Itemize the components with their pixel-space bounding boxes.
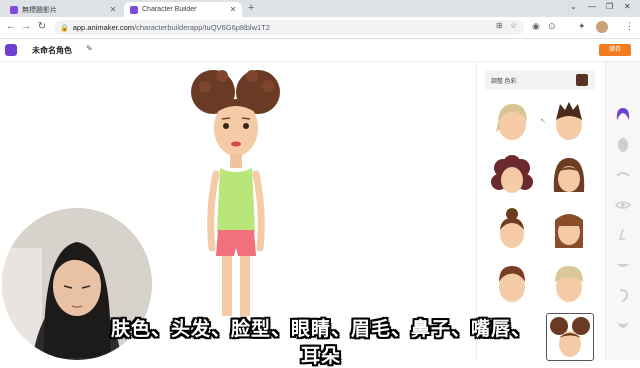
app-header: 未命名角色 ✎: [0, 39, 640, 62]
restore-icon[interactable]: ❐: [606, 2, 613, 11]
project-name[interactable]: 未命名角色: [32, 45, 72, 56]
close-icon[interactable]: ✕: [228, 5, 238, 14]
eye-icon[interactable]: [614, 196, 632, 214]
hair-option-spiky-dark[interactable]: [546, 98, 592, 144]
hair-option-twin-puff-buns[interactable]: [546, 313, 594, 361]
animaker-favicon: [130, 5, 138, 14]
color-swatch[interactable]: [576, 74, 588, 86]
hair-icon[interactable]: [614, 106, 632, 124]
color-adjust-row[interactable]: 調整 色彩: [485, 70, 595, 90]
hair-option-short-brown[interactable]: [489, 260, 535, 306]
animaker-logo: [5, 44, 17, 56]
tab-untitled-video[interactable]: 無標題影片 ✕: [4, 2, 122, 17]
extension-icon[interactable]: ◉: [532, 21, 540, 32]
beard-icon[interactable]: [614, 316, 632, 334]
mouth-icon[interactable]: [614, 256, 632, 274]
save-button[interactable]: 储存: [599, 44, 631, 56]
extension-icon[interactable]: ⊙: [548, 21, 556, 32]
tab-title: 無標題影片: [22, 6, 57, 14]
mouse-cursor-icon: ↖: [540, 118, 546, 125]
bookmark-star-icon[interactable]: ☆: [510, 21, 517, 30]
tab-search-icon[interactable]: ⌄: [570, 2, 577, 11]
face-shape-icon[interactable]: [614, 136, 632, 154]
url-text: app.animaker.com/characterbuilderapp/tuQ…: [72, 23, 270, 32]
new-tab-icon[interactable]: +: [248, 2, 254, 14]
edit-pencil-icon[interactable]: ✎: [86, 44, 93, 53]
color-label: 調整 色彩: [491, 79, 517, 85]
hair-option-wavy-brown[interactable]: [546, 152, 592, 198]
hair-option-short-blonde[interactable]: [489, 98, 535, 144]
extensions-puzzle-icon[interactable]: ✦: [578, 21, 586, 32]
hair-option-curly-auburn[interactable]: [489, 152, 535, 198]
browser-toolbar: ← → ↻ 🔒 app.animaker.com/characterbuilde…: [0, 17, 640, 39]
address-bar[interactable]: 🔒 app.animaker.com/characterbuilderapp/t…: [54, 20, 524, 35]
animaker-favicon: [10, 5, 18, 14]
tab-character-builder[interactable]: Character Builder ✕: [124, 2, 242, 17]
avatar[interactable]: [596, 21, 608, 33]
translate-icon[interactable]: ⊞: [496, 21, 503, 30]
ear-icon[interactable]: [614, 286, 632, 304]
browser-tab-strip: 無標題影片 ✕ Character Builder ✕ + ⌄ — ❐ ✕: [0, 0, 640, 17]
category-rail: [605, 62, 640, 360]
reload-icon[interactable]: ↻: [36, 21, 48, 32]
nose-icon[interactable]: [614, 226, 632, 244]
hair-option-short-blonde-2[interactable]: [546, 260, 592, 306]
back-icon[interactable]: ←: [5, 21, 17, 32]
video-subtitle: 肤色、头发、脸型、眼睛、眉毛、鼻子、嘴唇、耳朵: [110, 318, 531, 367]
window-close-icon[interactable]: ✕: [624, 2, 631, 11]
forward-icon[interactable]: →: [20, 21, 32, 32]
hair-option-long-straight-brown[interactable]: [546, 206, 592, 252]
menu-icon[interactable]: ⋮: [625, 21, 634, 32]
minimize-icon[interactable]: —: [588, 2, 596, 11]
tab-title: Character Builder: [142, 6, 197, 13]
eyebrow-icon[interactable]: [614, 166, 632, 184]
close-icon[interactable]: ✕: [108, 5, 118, 14]
lock-icon[interactable]: 🔒: [60, 24, 69, 32]
hair-option-top-bun[interactable]: [489, 206, 535, 252]
